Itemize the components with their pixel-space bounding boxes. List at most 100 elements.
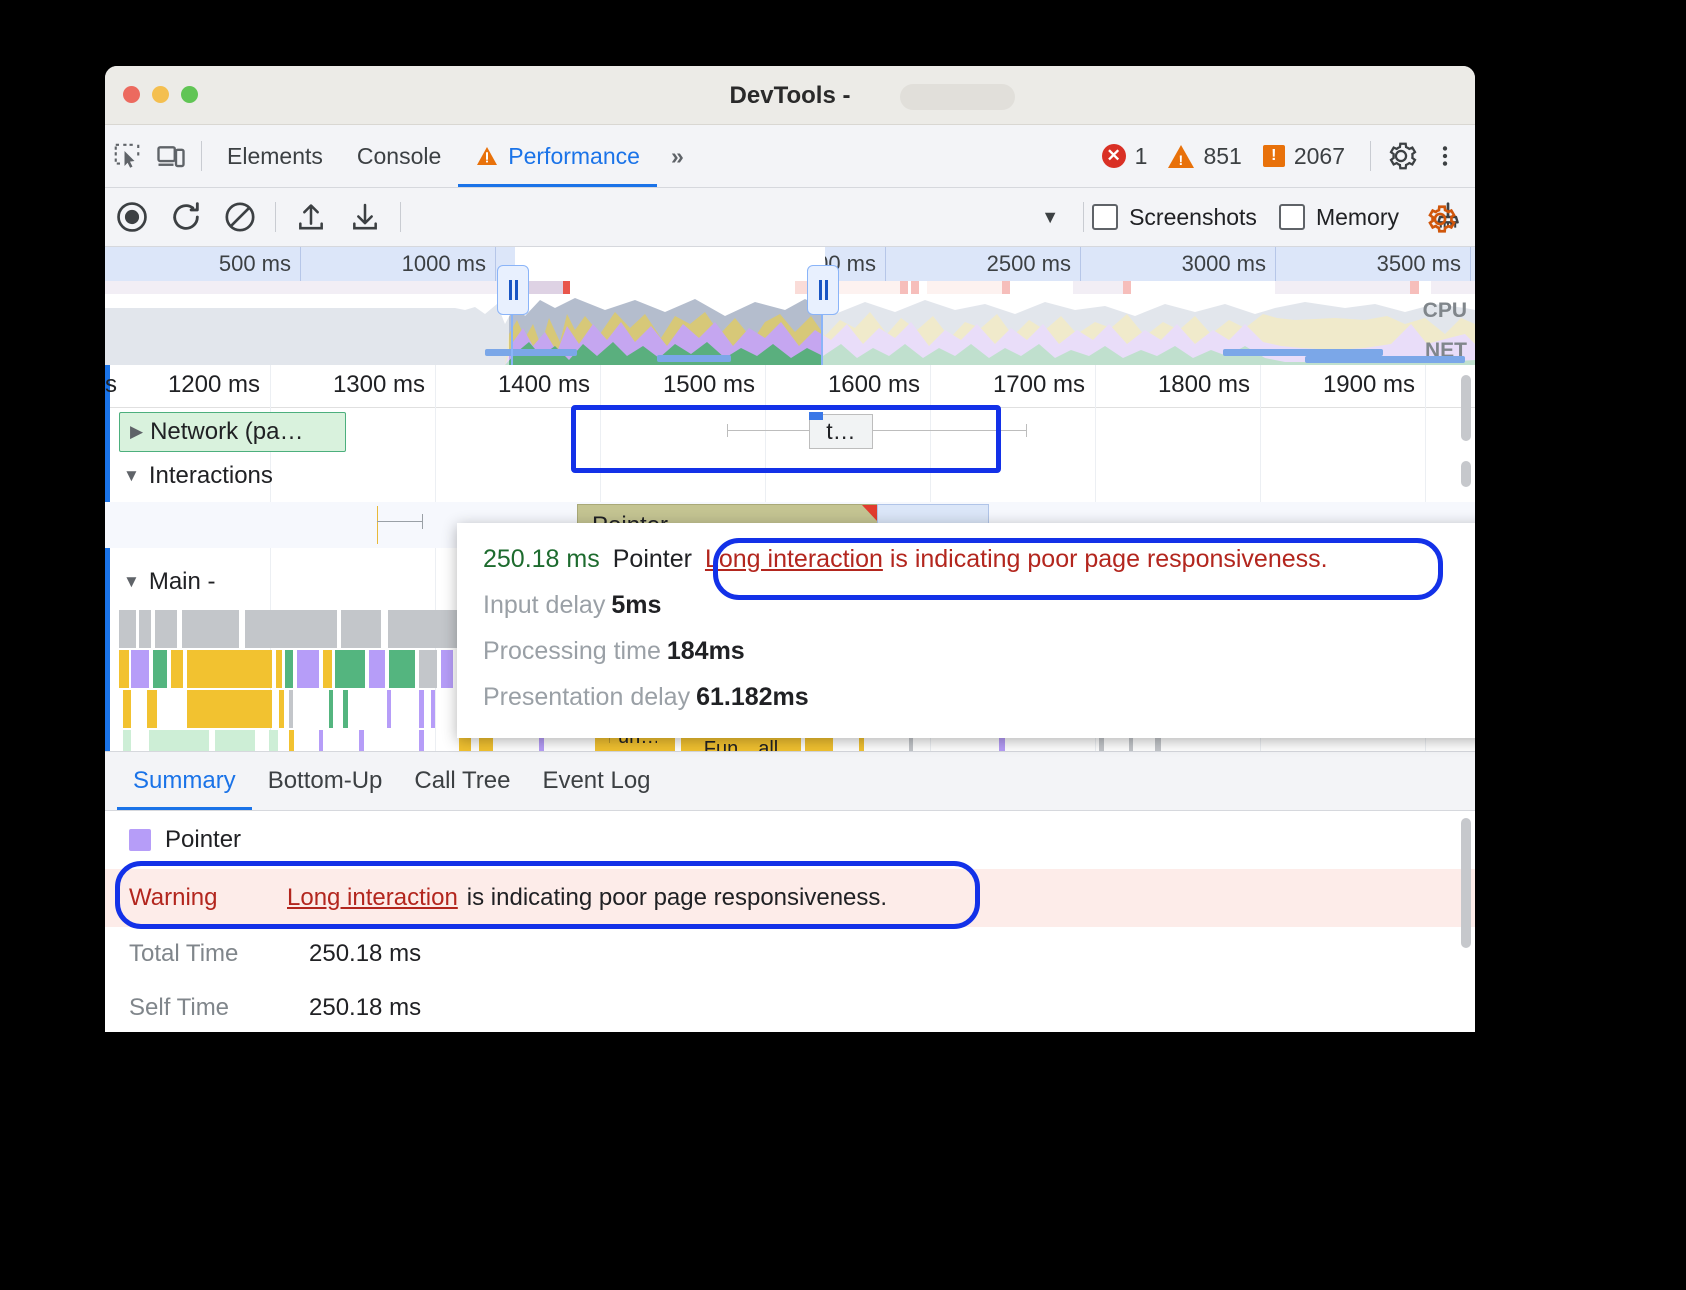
timeline-scrollbar-thumb[interactable] xyxy=(1461,375,1471,441)
record-circle-icon[interactable] xyxy=(105,194,159,240)
tab-summary[interactable]: Summary xyxy=(117,752,252,810)
event-color-swatch xyxy=(129,829,151,851)
summary-total-time-value: 250.18 ms xyxy=(309,940,421,968)
gear-icon[interactable] xyxy=(1379,136,1423,176)
tab-event-log[interactable]: Event Log xyxy=(526,752,666,810)
device-toolbar-icon[interactable] xyxy=(149,136,193,176)
tooltip-title-row: 250.18 ms Pointer Long interaction is in… xyxy=(483,545,1463,574)
tab-console[interactable]: Console xyxy=(340,125,458,187)
tab-performance-label: Performance xyxy=(508,125,640,187)
timeline-ruler[interactable]: ms 1200 ms 1300 ms 1400 ms 1500 ms 1600 … xyxy=(105,365,1475,408)
network-event-row[interactable]: t… xyxy=(727,414,1027,448)
timeline-tick-3: 1400 ms xyxy=(498,371,600,399)
details-drawer: Summary Bottom-Up Call Tree Event Log Po… xyxy=(105,751,1475,1032)
summary-self-time-row: Self Time 250.18 ms xyxy=(105,981,1475,1032)
tooltip-row-presentation-delay: Presentation delay61.182ms xyxy=(483,683,1463,712)
track-interactions-header[interactable]: ▼ Interactions xyxy=(123,462,273,490)
profile-select-dropdown[interactable]: ▼ xyxy=(419,200,1071,234)
timeline-overview[interactable]: 500 ms 1000 ms 1500 ms 2000 ms 2500 ms 3… xyxy=(105,247,1475,365)
chevron-down-icon: ▼ xyxy=(1041,207,1059,228)
tab-elements[interactable]: Elements xyxy=(210,125,340,187)
more-tabs-button[interactable]: » xyxy=(657,143,695,170)
kebab-menu-icon[interactable] xyxy=(1423,136,1467,176)
timeline-tick-8: 1900 ms xyxy=(1323,371,1425,399)
details-tab-strip: Summary Bottom-Up Call Tree Event Log xyxy=(105,752,1475,811)
summary-warning-link[interactable]: Long interaction xyxy=(287,884,458,912)
tooltip-row-value: 61.182ms xyxy=(696,683,809,711)
overview-ruler[interactable]: 500 ms 1000 ms 1500 ms 2000 ms 2500 ms 3… xyxy=(105,247,1475,281)
tooltip-row-processing-time: Processing time184ms xyxy=(483,637,1463,666)
inspect-cursor-icon[interactable] xyxy=(105,136,149,176)
summary-event-row: Pointer xyxy=(105,811,1475,869)
track-network-chip[interactable]: ▶ Network (pa… xyxy=(119,412,346,452)
performance-toolbar: ▼ Screenshots Memory xyxy=(105,188,1475,247)
interaction-warning-triangle-icon xyxy=(862,505,878,522)
screenshots-checkbox[interactable]: Screenshots xyxy=(1092,204,1257,231)
info-count-icon[interactable]: ! xyxy=(1263,145,1285,167)
tooltip-row-value: 184ms xyxy=(667,637,745,665)
screenshots-checkbox-box[interactable] xyxy=(1092,204,1118,230)
window-resize-handle-left[interactable] xyxy=(497,265,529,315)
perf-toolbar-divider xyxy=(275,202,276,232)
tooltip-warning-link[interactable]: Long interaction xyxy=(705,545,883,573)
overview-net-request xyxy=(1305,356,1465,363)
error-count[interactable]: 1 xyxy=(1135,143,1148,170)
track-network[interactable]: ▶ Network (pa… t… xyxy=(105,408,1475,456)
drawer-scrollbar-thumb[interactable] xyxy=(1461,818,1471,948)
event-tooltip: 250.18 ms Pointer Long interaction is in… xyxy=(457,523,1475,738)
overview-tick-6: 3500 ms xyxy=(1377,251,1470,277)
track-network-label: Network (pa… xyxy=(150,418,303,446)
clear-slash-icon[interactable] xyxy=(213,194,267,240)
timeline-tick-1: 1200 ms xyxy=(168,371,270,399)
tooltip-warning-text: is indicating poor page responsiveness. xyxy=(883,545,1328,573)
download-profile-icon[interactable] xyxy=(338,194,392,240)
overview-cpu-label: CPU xyxy=(1423,299,1467,323)
chevron-down-icon[interactable]: ▼ xyxy=(123,466,140,486)
timeline-scrollbar-thumb-2[interactable] xyxy=(1461,461,1471,487)
warning-count-icon[interactable] xyxy=(1168,145,1194,168)
chevron-right-icon[interactable]: ▶ xyxy=(130,422,143,442)
timeline-tick-2: 1300 ms xyxy=(333,371,435,399)
window-resize-handle-right[interactable] xyxy=(807,265,839,315)
warning-count[interactable]: 851 xyxy=(1203,143,1241,170)
tooltip-row-label: Presentation delay xyxy=(483,683,690,711)
timeline-tick-0: ms xyxy=(105,371,127,399)
overview-window-clear xyxy=(515,247,825,281)
tooltip-warning: Long interaction is indicating poor page… xyxy=(705,545,1328,574)
overview-net-request xyxy=(657,355,731,362)
screenshots-label: Screenshots xyxy=(1129,204,1257,231)
summary-self-time-label: Self Time xyxy=(129,994,309,1022)
perf-toolbar-right xyxy=(1413,188,1467,250)
error-count-icon[interactable]: ✕ xyxy=(1102,144,1126,168)
capture-settings-gear-icon[interactable] xyxy=(1413,196,1467,242)
memory-checkbox-box[interactable] xyxy=(1279,204,1305,230)
tooltip-row-input-delay: Input delay5ms xyxy=(483,591,1463,620)
info-count[interactable]: 2067 xyxy=(1294,143,1345,170)
chevron-down-icon[interactable]: ▼ xyxy=(123,572,140,592)
upload-profile-icon[interactable] xyxy=(284,194,338,240)
summary-warning-container: Warning Long interaction is indicating p… xyxy=(105,869,1475,927)
track-interactions-label: Interactions xyxy=(149,462,273,490)
summary-total-time-label: Total Time xyxy=(129,940,309,968)
timeline-tick-5: 1600 ms xyxy=(828,371,930,399)
tab-bottom-up[interactable]: Bottom-Up xyxy=(252,752,399,810)
timeline-tick-4: 1500 ms xyxy=(663,371,765,399)
devtools-window: DevTools - Elements Console xyxy=(105,66,1475,1032)
tab-call-tree[interactable]: Call Tree xyxy=(398,752,526,810)
window-title: DevTools - xyxy=(105,82,1475,110)
warning-triangle-icon xyxy=(475,144,499,168)
toolbar-divider-2 xyxy=(1370,141,1371,171)
devtools-tab-strip: Elements Console Performance » ✕ 1 851 !… xyxy=(105,125,1475,188)
reload-record-icon[interactable] xyxy=(159,194,213,240)
summary-warning-row: Warning Long interaction is indicating p… xyxy=(105,869,1475,927)
tooltip-event-name: Pointer xyxy=(613,545,692,574)
track-main-header[interactable]: ▼ Main - xyxy=(123,568,216,596)
tab-performance[interactable]: Performance xyxy=(458,125,657,187)
interaction-marker[interactable] xyxy=(377,506,378,544)
timeline-tick-7: 1800 ms xyxy=(1158,371,1260,399)
tooltip-duration: 250.18 ms xyxy=(483,545,600,574)
memory-checkbox[interactable]: Memory xyxy=(1279,204,1399,231)
overview-net-request xyxy=(1223,349,1383,356)
perf-toolbar-divider-3 xyxy=(1083,202,1084,232)
timeline-tracks[interactable]: ms 1200 ms 1300 ms 1400 ms 1500 ms 1600 … xyxy=(105,365,1475,770)
